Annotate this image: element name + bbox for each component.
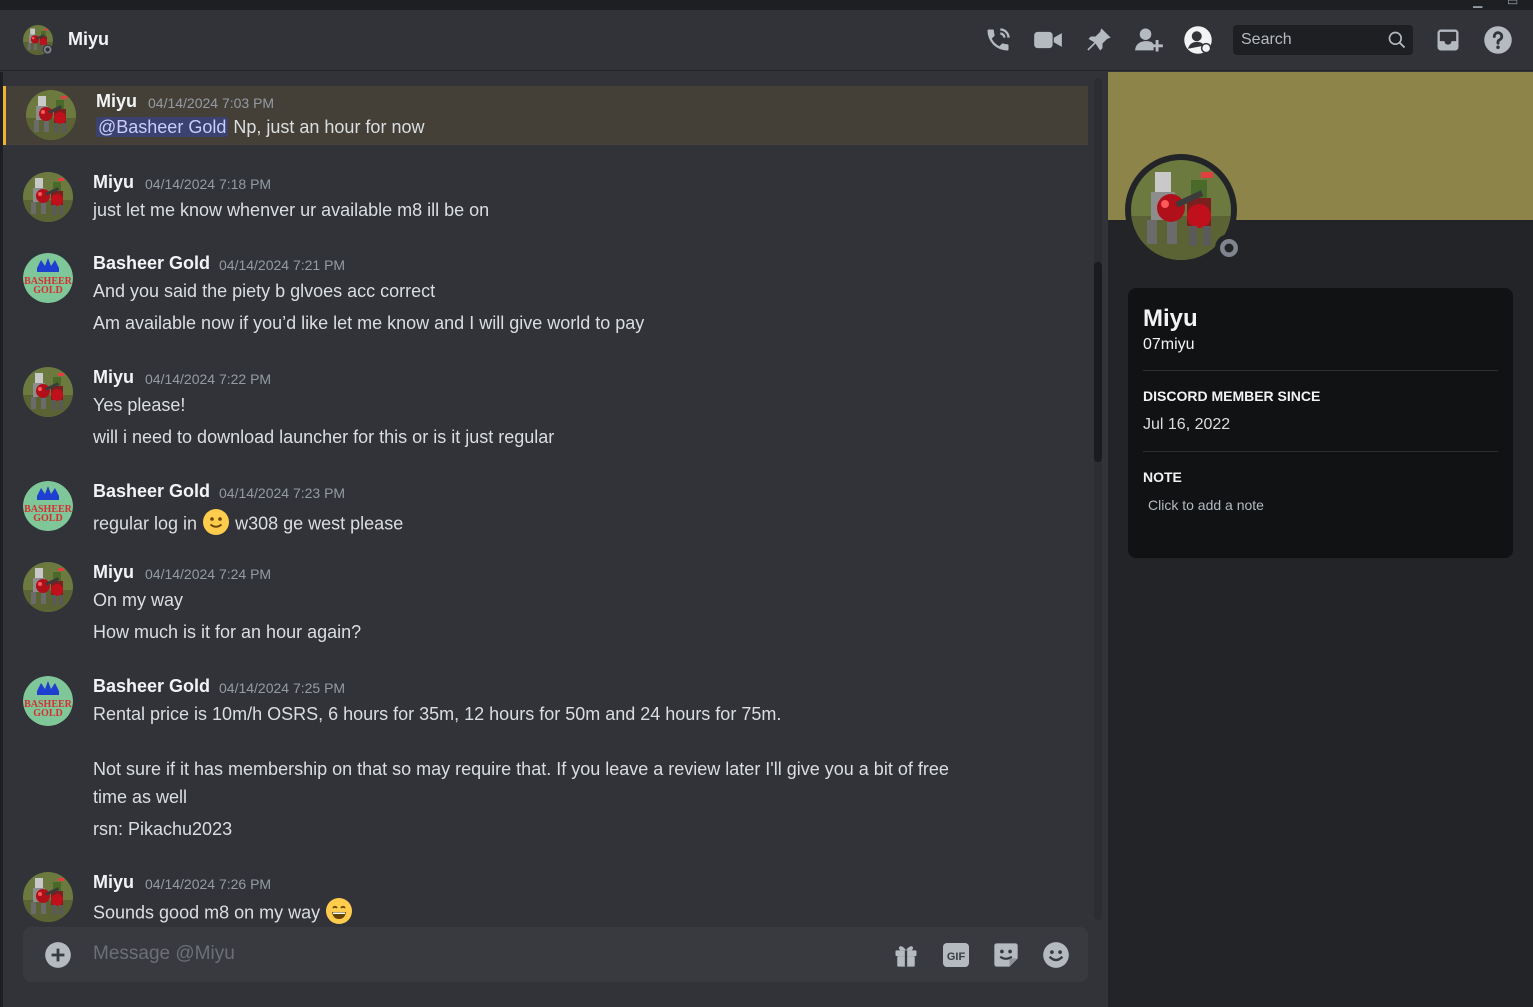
chat-left-edge — [0, 72, 3, 1007]
message-author[interactable]: Miyu — [96, 91, 137, 112]
message-list[interactable]: Miyu 04/14/2024 7:03 PM @Basheer Gold Np… — [0, 72, 1107, 1007]
message-item[interactable]: BASHEER GOLD Basheer Gold 04/14/2024 7:21… — [3, 248, 1088, 338]
gift-icon[interactable] — [890, 939, 922, 971]
svg-text:GOLD: GOLD — [33, 285, 62, 296]
message-timestamp: 04/14/2024 7:18 PM — [145, 176, 272, 192]
message-text: will i need to download launcher for thi… — [93, 427, 555, 447]
search-bar[interactable] — [1233, 25, 1413, 55]
note-heading: NOTE — [1143, 469, 1182, 485]
message-text: just let me know whenver ur available m8… — [93, 200, 490, 220]
add-plus-icon[interactable] — [42, 939, 74, 971]
message-text: time as well — [93, 787, 188, 807]
svg-text:GIF: GIF — [947, 951, 966, 963]
message-item[interactable]: Miyu 04/14/2024 7:26 PM Sounds good m8 o… — [3, 867, 1088, 932]
member-since-date: Jul 16, 2022 — [1143, 416, 1231, 433]
divider — [1143, 370, 1498, 371]
user-avatar[interactable] — [23, 872, 73, 922]
divider — [1143, 451, 1498, 452]
pin-icon[interactable] — [1083, 24, 1115, 56]
emoji-icon[interactable] — [1040, 939, 1072, 971]
user-profile-panel: Miyu 07miyu DISCORD MEMBER SINCE Jul 16,… — [1108, 72, 1533, 1007]
message-item[interactable]: Miyu 04/14/2024 7:18 PM just let me know… — [3, 167, 1088, 227]
search-input[interactable] — [1233, 25, 1383, 55]
profile-avatar[interactable] — [1125, 154, 1243, 266]
channel-header: Miyu — [0, 10, 1533, 71]
gif-icon[interactable]: GIF — [940, 939, 972, 971]
member-since-heading: DISCORD MEMBER SINCE — [1143, 388, 1321, 404]
sticker-icon[interactable] — [990, 939, 1022, 971]
message-text: Am available now if you’d like let me kn… — [93, 313, 645, 333]
note-input[interactable]: Click to add a note — [1143, 497, 1498, 519]
status-offline-icon — [1215, 234, 1243, 262]
message-text: regular log in w308 ge west please — [93, 508, 403, 541]
user-avatar[interactable]: BASHEER GOLD — [23, 253, 73, 303]
user-avatar[interactable] — [23, 172, 73, 222]
message-item[interactable]: BASHEER GOLD Basheer Gold 04/14/2024 7:25… — [3, 671, 1088, 851]
maximize-window-icon[interactable]: ▭ — [1507, 0, 1518, 8]
help-icon[interactable] — [1482, 24, 1514, 56]
channel-title: Miyu — [68, 29, 110, 49]
grinning-emoji-icon — [325, 897, 353, 930]
message-author[interactable]: Basheer Gold — [93, 481, 210, 502]
message-author[interactable]: Miyu — [93, 872, 134, 893]
message-timestamp: 04/14/2024 7:25 PM — [219, 680, 346, 696]
message-text: How much is it for an hour again? — [93, 622, 362, 642]
message-author[interactable]: Miyu — [93, 562, 134, 583]
profile-username: 07miyu — [1143, 336, 1195, 353]
message-item[interactable]: BASHEER GOLD Basheer Gold 04/14/2024 7:23… — [3, 476, 1088, 540]
message-text: Rental price is 10m/h OSRS, 6 hours for … — [93, 704, 782, 724]
user-mention[interactable]: @Basheer Gold — [96, 117, 229, 137]
user-profile-icon[interactable] — [1182, 24, 1214, 56]
minimize-window-icon[interactable]: ▁ — [1473, 0, 1482, 8]
message-item[interactable]: Miyu 04/14/2024 7:24 PM On my way How mu… — [3, 557, 1088, 647]
message-composer: GIF — [23, 927, 1088, 982]
message-text: Sounds good m8 on my way — [93, 897, 353, 930]
user-avatar[interactable]: BASHEER GOLD — [23, 481, 73, 531]
profile-display-name: Miyu — [1143, 305, 1198, 332]
user-avatar[interactable] — [23, 562, 73, 612]
slight-smile-emoji-icon — [202, 508, 230, 541]
message-timestamp: 04/14/2024 7:03 PM — [148, 95, 275, 111]
profile-card: Miyu 07miyu DISCORD MEMBER SINCE Jul 16,… — [1128, 288, 1513, 558]
user-avatar[interactable]: BASHEER GOLD — [23, 676, 73, 726]
header-avatar[interactable] — [23, 25, 53, 55]
message-author[interactable]: Basheer Gold — [93, 676, 210, 697]
svg-text:GOLD: GOLD — [33, 708, 62, 719]
search-icon[interactable] — [1387, 30, 1407, 55]
window-title-bar: ▁ ▭ — [0, 0, 1533, 10]
message-timestamp: 04/14/2024 7:23 PM — [219, 485, 346, 501]
message-author[interactable]: Miyu — [93, 172, 134, 193]
svg-text:GOLD: GOLD — [33, 513, 62, 524]
message-text: @Basheer Gold Np, just an hour for now — [96, 117, 425, 137]
message-author[interactable]: Basheer Gold — [93, 253, 210, 274]
message-text: And you said the piety b glvoes acc corr… — [93, 281, 436, 301]
message-author[interactable]: Miyu — [93, 367, 134, 388]
message-input[interactable] — [93, 939, 873, 969]
message-timestamp: 04/14/2024 7:26 PM — [145, 876, 272, 892]
scrollbar-thumb[interactable] — [1094, 262, 1102, 462]
phone-call-icon[interactable] — [982, 24, 1014, 56]
message-item[interactable]: Miyu 04/14/2024 7:22 PM Yes please! will… — [3, 362, 1088, 452]
add-friend-icon[interactable] — [1133, 24, 1165, 56]
message-text: Yes please! — [93, 395, 186, 415]
message-text: On my way — [93, 590, 184, 610]
message-timestamp: 04/14/2024 7:24 PM — [145, 566, 272, 582]
scrollbar-track[interactable] — [1094, 78, 1102, 920]
user-avatar[interactable] — [26, 90, 76, 140]
message-text: rsn: Pikachu2023 — [93, 819, 233, 839]
video-camera-icon[interactable] — [1032, 24, 1064, 56]
user-avatar[interactable] — [23, 367, 73, 417]
message-item[interactable]: Miyu 04/14/2024 7:03 PM @Basheer Gold Np… — [3, 86, 1088, 145]
inbox-icon[interactable] — [1432, 24, 1464, 56]
message-timestamp: 04/14/2024 7:22 PM — [145, 371, 272, 387]
message-text: Not sure if it has membership on that so… — [93, 759, 949, 779]
message-timestamp: 04/14/2024 7:21 PM — [219, 257, 346, 273]
